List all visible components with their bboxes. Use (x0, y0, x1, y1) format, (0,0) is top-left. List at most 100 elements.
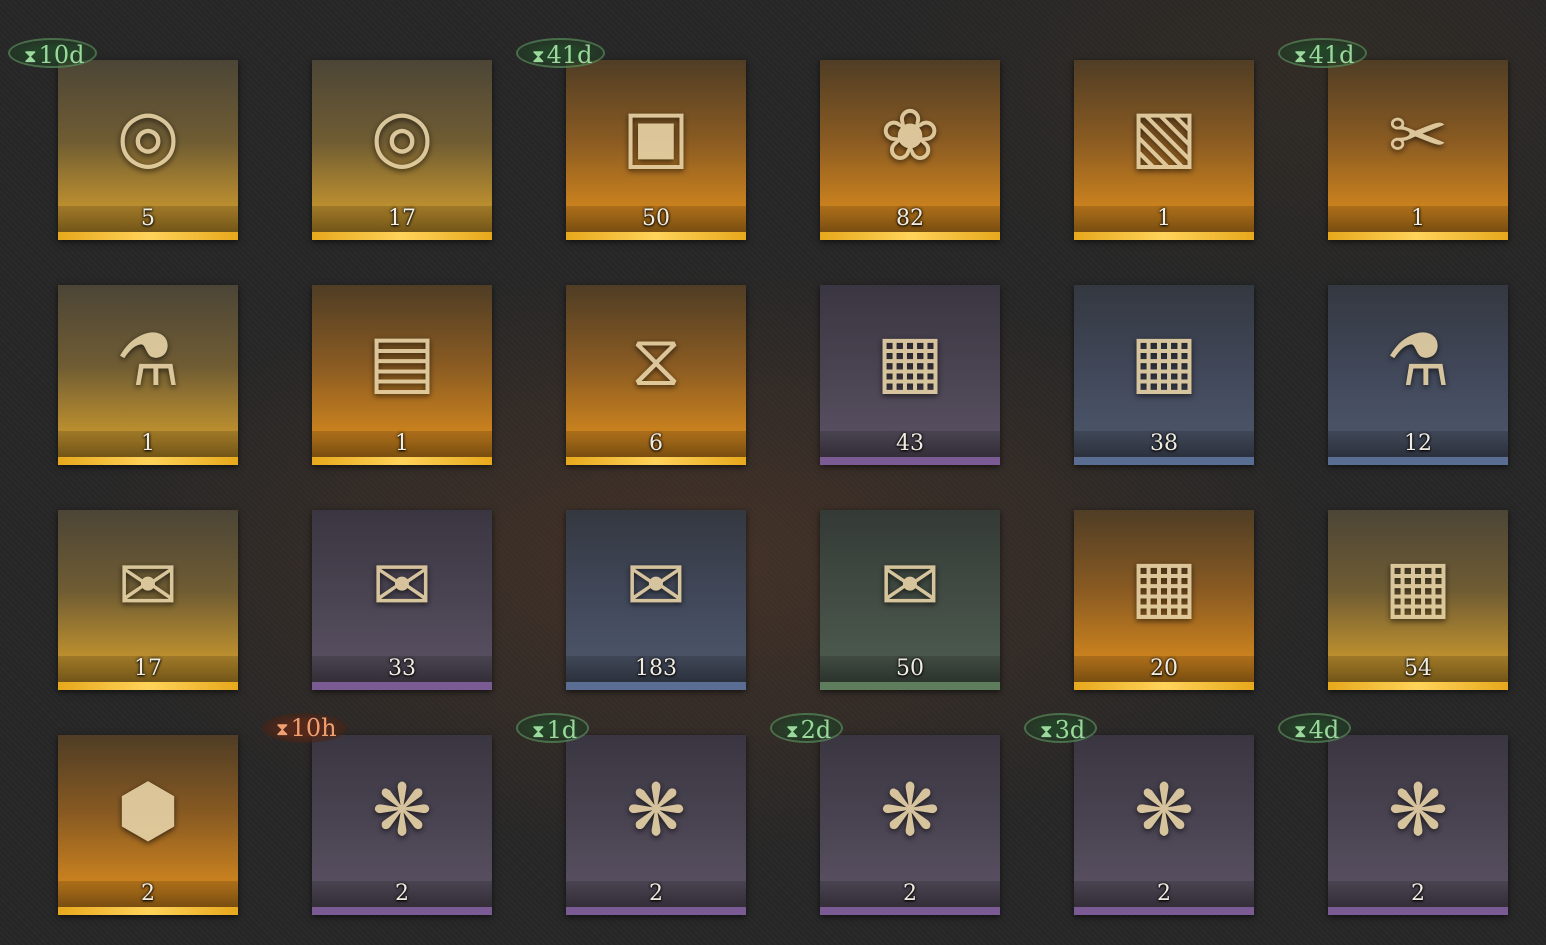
candy-icon: ❋ (1338, 743, 1498, 883)
inventory-slot[interactable]: ⚗ 12 (1328, 285, 1508, 465)
inventory-slot[interactable]: ◎ 5 (58, 60, 238, 240)
wooden-crate-icon-glyph: ▦ (1129, 318, 1199, 402)
marble-jar-icon: ◎ (322, 68, 482, 208)
rarity-bar (312, 232, 492, 240)
timer-text: 10h (290, 714, 337, 742)
candy-icon-glyph: ❋ (879, 768, 941, 852)
rarity-bar (58, 682, 238, 690)
timer-text: 3d (1054, 716, 1086, 744)
item-count: 54 (1404, 656, 1432, 681)
timer-text: 10d (38, 41, 85, 69)
inventory-slot[interactable]: ▧ 1 (1074, 60, 1254, 240)
wooden-crate-icon-glyph: ▦ (1383, 543, 1453, 627)
wooden-crate-icon: ▦ (1338, 518, 1498, 658)
rarity-bar (566, 232, 746, 240)
radio-device-icon-glyph: ▤ (367, 318, 437, 402)
inventory-slot[interactable]: ✂ 1 (1328, 60, 1508, 240)
inventory-slot[interactable]: ✉ 50 (820, 510, 1000, 690)
paper-parcel-icon: ✉ (322, 518, 482, 658)
timer-text: 41d (1308, 41, 1355, 69)
item-count: 17 (134, 656, 162, 681)
cassette-tape-icon: ▣ (576, 68, 736, 208)
rarity-bar (58, 457, 238, 465)
inventory-slot[interactable]: ✉ 33 (312, 510, 492, 690)
inventory-slot[interactable]: ◎ 17 (312, 60, 492, 240)
item-count: 12 (1404, 431, 1432, 456)
candy-icon-glyph: ❋ (371, 768, 433, 852)
rarity-bar (566, 907, 746, 915)
rune-table-icon: ⧖ (576, 293, 736, 433)
puzzle-box-icon-glyph: ⬢ (116, 768, 180, 852)
inventory-slot[interactable]: ⬢ 2 (58, 735, 238, 915)
rune-table-icon-glyph: ⧖ (630, 318, 682, 402)
hourglass-icon: ⧗ (276, 719, 289, 740)
marble-jar-icon-glyph: ◎ (116, 93, 180, 177)
inventory-slot[interactable]: ▦ 20 (1074, 510, 1254, 690)
item-count: 50 (642, 206, 670, 231)
item-count: 183 (635, 656, 677, 681)
expiry-timer-badge: ⧗3d (1024, 713, 1098, 744)
paper-parcel-icon-glyph: ✉ (625, 543, 687, 627)
expiry-timer-badge: ⧗10h (262, 713, 347, 743)
inventory-slot[interactable]: ❋ 2 (312, 735, 492, 915)
paper-parcel-icon-glyph: ✉ (117, 543, 179, 627)
rarity-bar (1074, 457, 1254, 465)
item-count: 2 (903, 881, 917, 906)
item-count: 82 (896, 206, 924, 231)
hourglass-icon: ⧗ (1294, 46, 1307, 67)
wooden-crate-icon: ▦ (830, 293, 990, 433)
inventory-slot[interactable]: ▦ 54 (1328, 510, 1508, 690)
hourglass-icon: ⧗ (1294, 721, 1307, 742)
rarity-bar (566, 457, 746, 465)
bottle-icon: ⚗ (1338, 293, 1498, 433)
item-count: 2 (649, 881, 663, 906)
rarity-bar (1074, 232, 1254, 240)
item-count: 1 (395, 431, 409, 456)
photo-chest-icon-glyph: ▧ (1129, 93, 1199, 177)
paper-parcel-icon: ✉ (830, 518, 990, 658)
wooden-crate-icon-glyph: ▦ (875, 318, 945, 402)
inventory-slot[interactable]: ⧖ 6 (566, 285, 746, 465)
marble-jar-icon-glyph: ◎ (370, 93, 434, 177)
inventory-slot[interactable]: ✉ 183 (566, 510, 746, 690)
inventory-slot[interactable]: ▤ 1 (312, 285, 492, 465)
inventory-slot[interactable]: ❋ 2 (820, 735, 1000, 915)
item-count: 17 (388, 206, 416, 231)
item-count: 2 (1411, 881, 1425, 906)
rarity-bar (312, 457, 492, 465)
rarity-bar (58, 232, 238, 240)
inventory-slot[interactable]: ❋ 2 (1328, 735, 1508, 915)
rarity-bar (566, 682, 746, 690)
paper-parcel-icon: ✉ (68, 518, 228, 658)
inventory-slot[interactable]: ❀ 82 (820, 60, 1000, 240)
expiry-timer-badge: ⧗41d (516, 38, 605, 69)
inventory-slot[interactable]: ⚗ 1 (58, 285, 238, 465)
inventory-slot[interactable]: ✉ 17 (58, 510, 238, 690)
inventory-slot[interactable]: ▣ 50 (566, 60, 746, 240)
candy-icon-glyph: ❋ (1387, 768, 1449, 852)
item-count: 38 (1150, 431, 1178, 456)
item-count: 43 (896, 431, 924, 456)
bottle-icon-glyph: ⚗ (115, 318, 181, 402)
item-count: 1 (1411, 206, 1425, 231)
paper-parcel-icon-glyph: ✉ (879, 543, 941, 627)
candy-icon: ❋ (1084, 743, 1244, 883)
wooden-crate-icon: ▦ (1084, 518, 1244, 658)
candy-icon-glyph: ❋ (1133, 768, 1195, 852)
item-count: 1 (141, 431, 155, 456)
inventory-slot[interactable]: ▦ 38 (1074, 285, 1254, 465)
inventory-slot[interactable]: ▦ 43 (820, 285, 1000, 465)
rarity-bar (820, 457, 1000, 465)
rarity-bar (58, 907, 238, 915)
hourglass-icon: ⧗ (532, 721, 545, 742)
hourglass-icon: ⧗ (24, 46, 37, 67)
paper-parcel-icon-glyph: ✉ (371, 543, 433, 627)
inventory-slot[interactable]: ❋ 2 (566, 735, 746, 915)
candy-icon-glyph: ❋ (625, 768, 687, 852)
marble-jar-icon: ◎ (68, 68, 228, 208)
item-count: 50 (896, 656, 924, 681)
rarity-bar (1074, 907, 1254, 915)
rarity-bar (312, 682, 492, 690)
rabbit-figurine-box-icon-glyph: ❀ (879, 93, 941, 177)
inventory-slot[interactable]: ❋ 2 (1074, 735, 1254, 915)
